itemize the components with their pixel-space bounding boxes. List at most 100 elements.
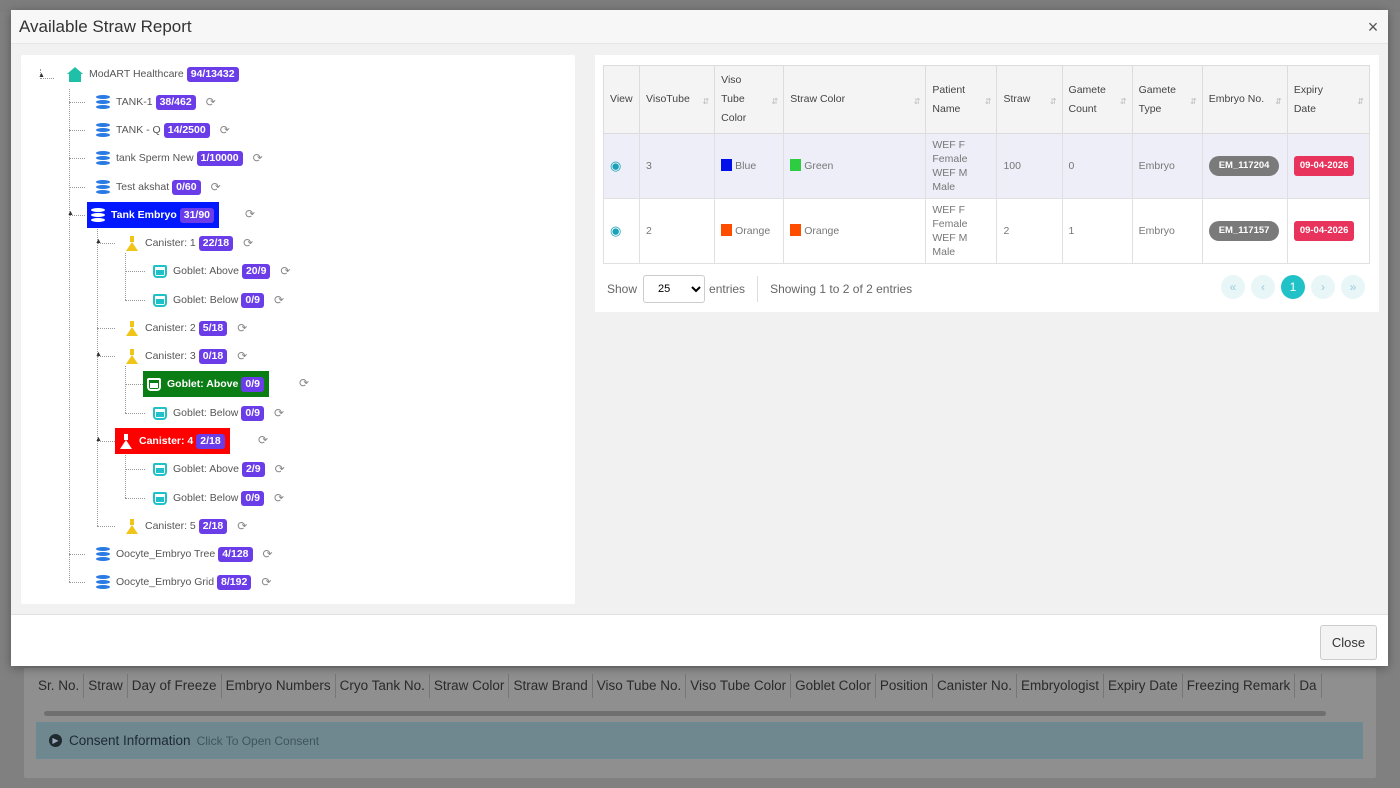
page-size-select[interactable]: 25 xyxy=(643,275,706,303)
tree-node-goblet[interactable]: Goblet: Below 0/9 ⟳ xyxy=(153,488,284,508)
tree-node-tank-selected[interactable]: Tank Embryo 31/90 xyxy=(87,202,220,228)
refresh-icon[interactable]: ⟳ xyxy=(275,462,285,476)
sort-icon: ⇵ xyxy=(702,97,710,106)
refresh-icon[interactable]: ⟳ xyxy=(237,349,247,363)
tree-node-goblet[interactable]: Goblet: Above 2/9 ⟳ xyxy=(153,459,285,479)
col-label: View xyxy=(610,93,633,105)
refresh-icon[interactable]: ⟳ xyxy=(243,236,253,250)
refresh-icon[interactable]: ⟳ xyxy=(274,293,284,307)
tree-node-tank[interactable]: TANK-1 38/462 ⟳ xyxy=(96,92,216,112)
count-badge: 0/9 xyxy=(241,490,264,506)
col-expiry-date[interactable]: Expiry Date ⇵ xyxy=(1286,65,1371,134)
col-embryo-no[interactable]: Embryo No. ⇵ xyxy=(1201,65,1288,134)
consent-information-panel[interactable]: ▶ Consent Information Click To Open Cons… xyxy=(36,722,1363,759)
refresh-icon[interactable]: ⟳ xyxy=(280,264,290,278)
refresh-icon[interactable]: ⟳ xyxy=(263,547,273,561)
tree-node-canister[interactable]: Canister: 5 2/18 ⟳ xyxy=(125,516,247,536)
embryo-no-badge: EM_117157 xyxy=(1208,221,1280,241)
last-page-button[interactable]: » xyxy=(1341,275,1365,299)
tree-node-goblet[interactable]: Goblet: Below 0/9 ⟳ xyxy=(153,290,284,310)
previous-page-button[interactable]: ‹ xyxy=(1251,275,1275,299)
col-straw[interactable]: Straw ⇵ xyxy=(996,65,1063,134)
color-swatch xyxy=(721,159,733,171)
tree-connector xyxy=(69,187,85,188)
tree-connector xyxy=(69,130,85,131)
col-label: Embryo No. xyxy=(1208,93,1265,105)
refresh-icon[interactable]: ⟳ xyxy=(253,151,263,165)
tree-connector xyxy=(125,469,145,470)
view-cell[interactable]: ◉ xyxy=(602,198,641,264)
consent-title: Consent Information xyxy=(69,733,191,748)
tree-node-canister[interactable]: Canister: 1 22/18 ⟳ xyxy=(125,233,253,253)
eye-icon[interactable]: ◉ xyxy=(610,223,621,238)
refresh-icon[interactable]: ⟳ xyxy=(237,519,247,533)
count-badge: 20/9 xyxy=(241,263,271,279)
tree-node-canister[interactable]: Canister: 2 5/18 ⟳ xyxy=(125,318,247,338)
tree-node-label: TANK-1 xyxy=(116,96,153,108)
view-cell[interactable]: ◉ xyxy=(602,133,641,199)
color-label: Blue xyxy=(735,160,757,172)
goblet-icon xyxy=(153,264,167,278)
tree-node-goblet[interactable]: Goblet: Below 0/9 ⟳ xyxy=(153,403,284,423)
tree-connector xyxy=(125,384,143,385)
next-page-button[interactable]: › xyxy=(1311,275,1335,299)
col-visotube[interactable]: VisoTube ⇵ xyxy=(639,65,716,134)
embryo-no-badge: EM_117204 xyxy=(1208,156,1280,176)
tree-node-tank[interactable]: tank Sperm New 1/10000 ⟳ xyxy=(96,148,263,168)
table-info: Showing 1 to 2 of 2 entries xyxy=(770,282,913,296)
database-icon xyxy=(91,207,105,223)
tree-node-goblet[interactable]: Goblet: Above 20/9 ⟳ xyxy=(153,261,290,281)
bg-col-freezing-remark: Freezing Remark xyxy=(1183,674,1296,698)
first-page-button[interactable]: « xyxy=(1221,275,1245,299)
collapse-triangle-icon[interactable]: ▲ xyxy=(95,351,102,358)
table-row[interactable]: ◉ 2 Orange Orange WEF F Female WEF M Mal… xyxy=(602,198,1371,264)
tree-node-tank[interactable]: Oocyte_Embryo Grid 8/192 ⟳ xyxy=(96,572,271,592)
count-badge: 5/18 xyxy=(198,320,228,336)
tree-node-label: Goblet: Above xyxy=(167,378,239,390)
page-button-current[interactable]: 1 xyxy=(1281,275,1305,299)
gamete-count-cell: 1 xyxy=(1061,198,1133,264)
tree-node-tank[interactable]: TANK - Q 14/2500 ⟳ xyxy=(96,120,230,140)
collapse-triangle-icon[interactable]: ▲ xyxy=(38,72,45,79)
tree-node-goblet-selected[interactable]: Goblet: Above 0/9 xyxy=(143,371,269,397)
col-viso-tube-color[interactable]: Viso Tube Color ⇵ xyxy=(714,65,785,134)
refresh-icon[interactable]: ⟳ xyxy=(245,207,255,221)
refresh-icon[interactable]: ⟳ xyxy=(206,95,216,109)
color-swatch xyxy=(721,224,733,236)
tree-node-tank[interactable]: Oocyte_Embryo Tree 4/128 ⟳ xyxy=(96,544,273,564)
close-button[interactable]: Close xyxy=(1320,625,1377,660)
col-label: Gamete Count xyxy=(1068,83,1106,115)
refresh-icon[interactable]: ⟳ xyxy=(258,433,268,447)
refresh-icon[interactable]: ⟳ xyxy=(261,575,271,589)
col-label: Patient Name xyxy=(932,83,966,115)
refresh-icon[interactable]: ⟳ xyxy=(211,180,221,194)
col-view[interactable]: View xyxy=(602,65,641,134)
close-icon[interactable]: × xyxy=(1364,18,1382,36)
refresh-icon[interactable]: ⟳ xyxy=(299,376,309,390)
modal-footer: Close xyxy=(11,614,1388,666)
col-gamete-count[interactable]: Gamete Count ⇵ xyxy=(1061,65,1133,134)
visotube-cell: 3 xyxy=(639,133,716,199)
modal-header: Available Straw Report xyxy=(11,10,1388,44)
col-straw-color[interactable]: Straw Color ⇵ xyxy=(783,65,927,134)
tree-node-root[interactable]: ModART Healthcare 94/13432 xyxy=(67,64,239,84)
table-row[interactable]: ◉ 3 Blue Green WEF F Female WEF M Male 1… xyxy=(602,133,1371,199)
collapse-triangle-icon[interactable]: ▲ xyxy=(67,210,74,217)
collapse-triangle-icon[interactable]: ▲ xyxy=(95,436,102,443)
background-scrollbar[interactable] xyxy=(44,711,1326,716)
tree-connector xyxy=(97,526,115,527)
storage-tree: ▲ ▲ ▲ ▲ ▲ ModART Healthcare 94/13432 TAN… xyxy=(21,55,575,604)
count-badge: 0/9 xyxy=(241,376,264,392)
refresh-icon[interactable]: ⟳ xyxy=(237,321,247,335)
tree-node-tank[interactable]: Test akshat 0/60 ⟳ xyxy=(96,177,221,197)
tree-node-canister[interactable]: Canister: 3 0/18 ⟳ xyxy=(125,346,247,366)
tree-node-canister-selected[interactable]: Canister: 4 2/18 xyxy=(115,428,230,454)
eye-icon[interactable]: ◉ xyxy=(610,158,621,173)
refresh-icon[interactable]: ⟳ xyxy=(274,406,284,420)
collapse-triangle-icon[interactable]: ▲ xyxy=(95,238,102,245)
refresh-icon[interactable]: ⟳ xyxy=(274,491,284,505)
embryo-no-cell: EM_117157 xyxy=(1201,198,1288,264)
refresh-icon[interactable]: ⟳ xyxy=(220,123,230,137)
col-patient-name[interactable]: Patient Name ⇵ xyxy=(925,65,998,134)
col-gamete-type[interactable]: Gamete Type ⇵ xyxy=(1131,65,1203,134)
